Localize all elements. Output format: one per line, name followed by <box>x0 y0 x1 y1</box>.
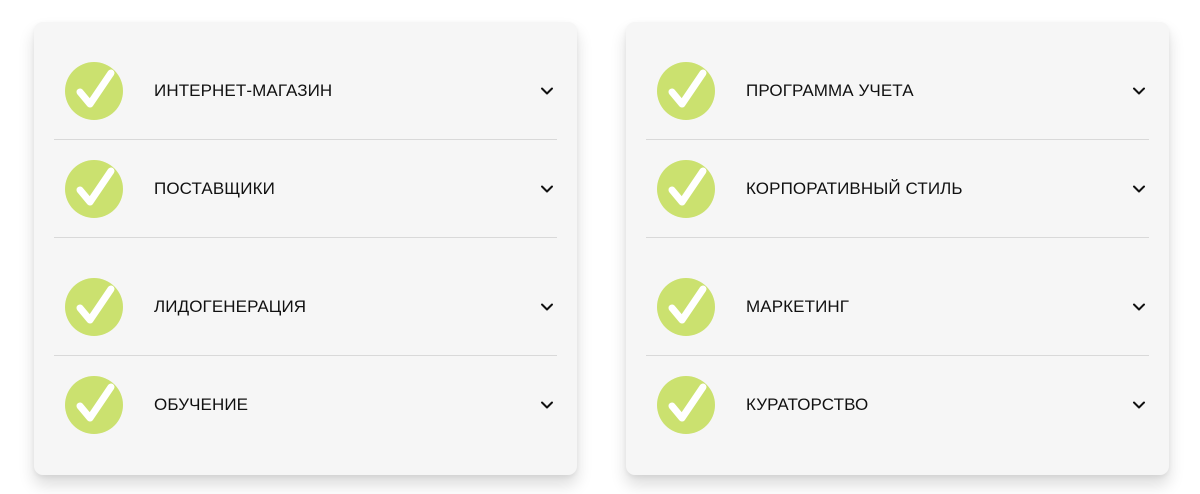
chevron-down-icon[interactable] <box>1131 299 1147 315</box>
accordion-item-corporate-style[interactable]: КОРПОРАТИВНЫЙ СТИЛЬ <box>646 140 1149 238</box>
chevron-down-icon[interactable] <box>1131 83 1147 99</box>
check-circle-icon <box>656 159 716 219</box>
check-circle-icon <box>656 277 716 337</box>
accordion-item-label: КОРПОРАТИВНЫЙ СТИЛЬ <box>746 178 963 198</box>
accordion-item-label: ИНТЕРНЕТ-МАГАЗИН <box>154 80 333 100</box>
accordion-item-label: ОБУЧЕНИЕ <box>154 395 249 414</box>
accordion-item-training[interactable]: ОБУЧЕНИЕ <box>54 356 557 454</box>
check-circle-icon <box>656 61 716 121</box>
chevron-down-icon[interactable] <box>539 181 555 197</box>
check-circle-icon <box>64 159 124 219</box>
accordion-item-lead-generation[interactable]: ЛИДОГЕНЕРАЦИЯ <box>54 238 557 356</box>
accordion-item-internet-shop[interactable]: ИНТЕРНЕТ-МАГАЗИН <box>54 42 557 140</box>
accordion-item-label: МАРКЕТИНГ <box>746 296 850 316</box>
accordion-item-curatorship[interactable]: КУРАТОРСТВО <box>646 356 1149 454</box>
check-circle-icon <box>64 61 124 121</box>
check-circle-icon <box>64 277 124 337</box>
accordion-item-suppliers[interactable]: ПОСТАВЩИКИ <box>54 140 557 238</box>
chevron-down-icon[interactable] <box>1131 397 1147 413</box>
accordion-item-label: ЛИДОГЕНЕРАЦИЯ <box>154 296 307 316</box>
chevron-down-icon[interactable] <box>539 397 555 413</box>
chevron-down-icon[interactable] <box>539 299 555 315</box>
accordion-panel-left: ИНТЕРНЕТ-МАГАЗИН ПОСТАВЩИКИ ЛИДОГЕНЕРАЦИ… <box>34 22 577 475</box>
check-circle-icon <box>64 375 124 435</box>
accordion-panel-right: ПРОГРАММА УЧЕТА КОРПОРАТИВНЫЙ СТИЛЬ МАРК… <box>626 22 1169 475</box>
accordion-item-label: ПОСТАВЩИКИ <box>154 178 275 198</box>
chevron-down-icon[interactable] <box>539 83 555 99</box>
chevron-down-icon[interactable] <box>1131 181 1147 197</box>
accordion-item-accounting-program[interactable]: ПРОГРАММА УЧЕТА <box>646 42 1149 140</box>
accordion-item-label: КУРАТОРСТВО <box>746 395 869 414</box>
check-circle-icon <box>656 375 716 435</box>
accordion-item-marketing[interactable]: МАРКЕТИНГ <box>646 238 1149 356</box>
accordion-item-label: ПРОГРАММА УЧЕТА <box>746 80 914 100</box>
